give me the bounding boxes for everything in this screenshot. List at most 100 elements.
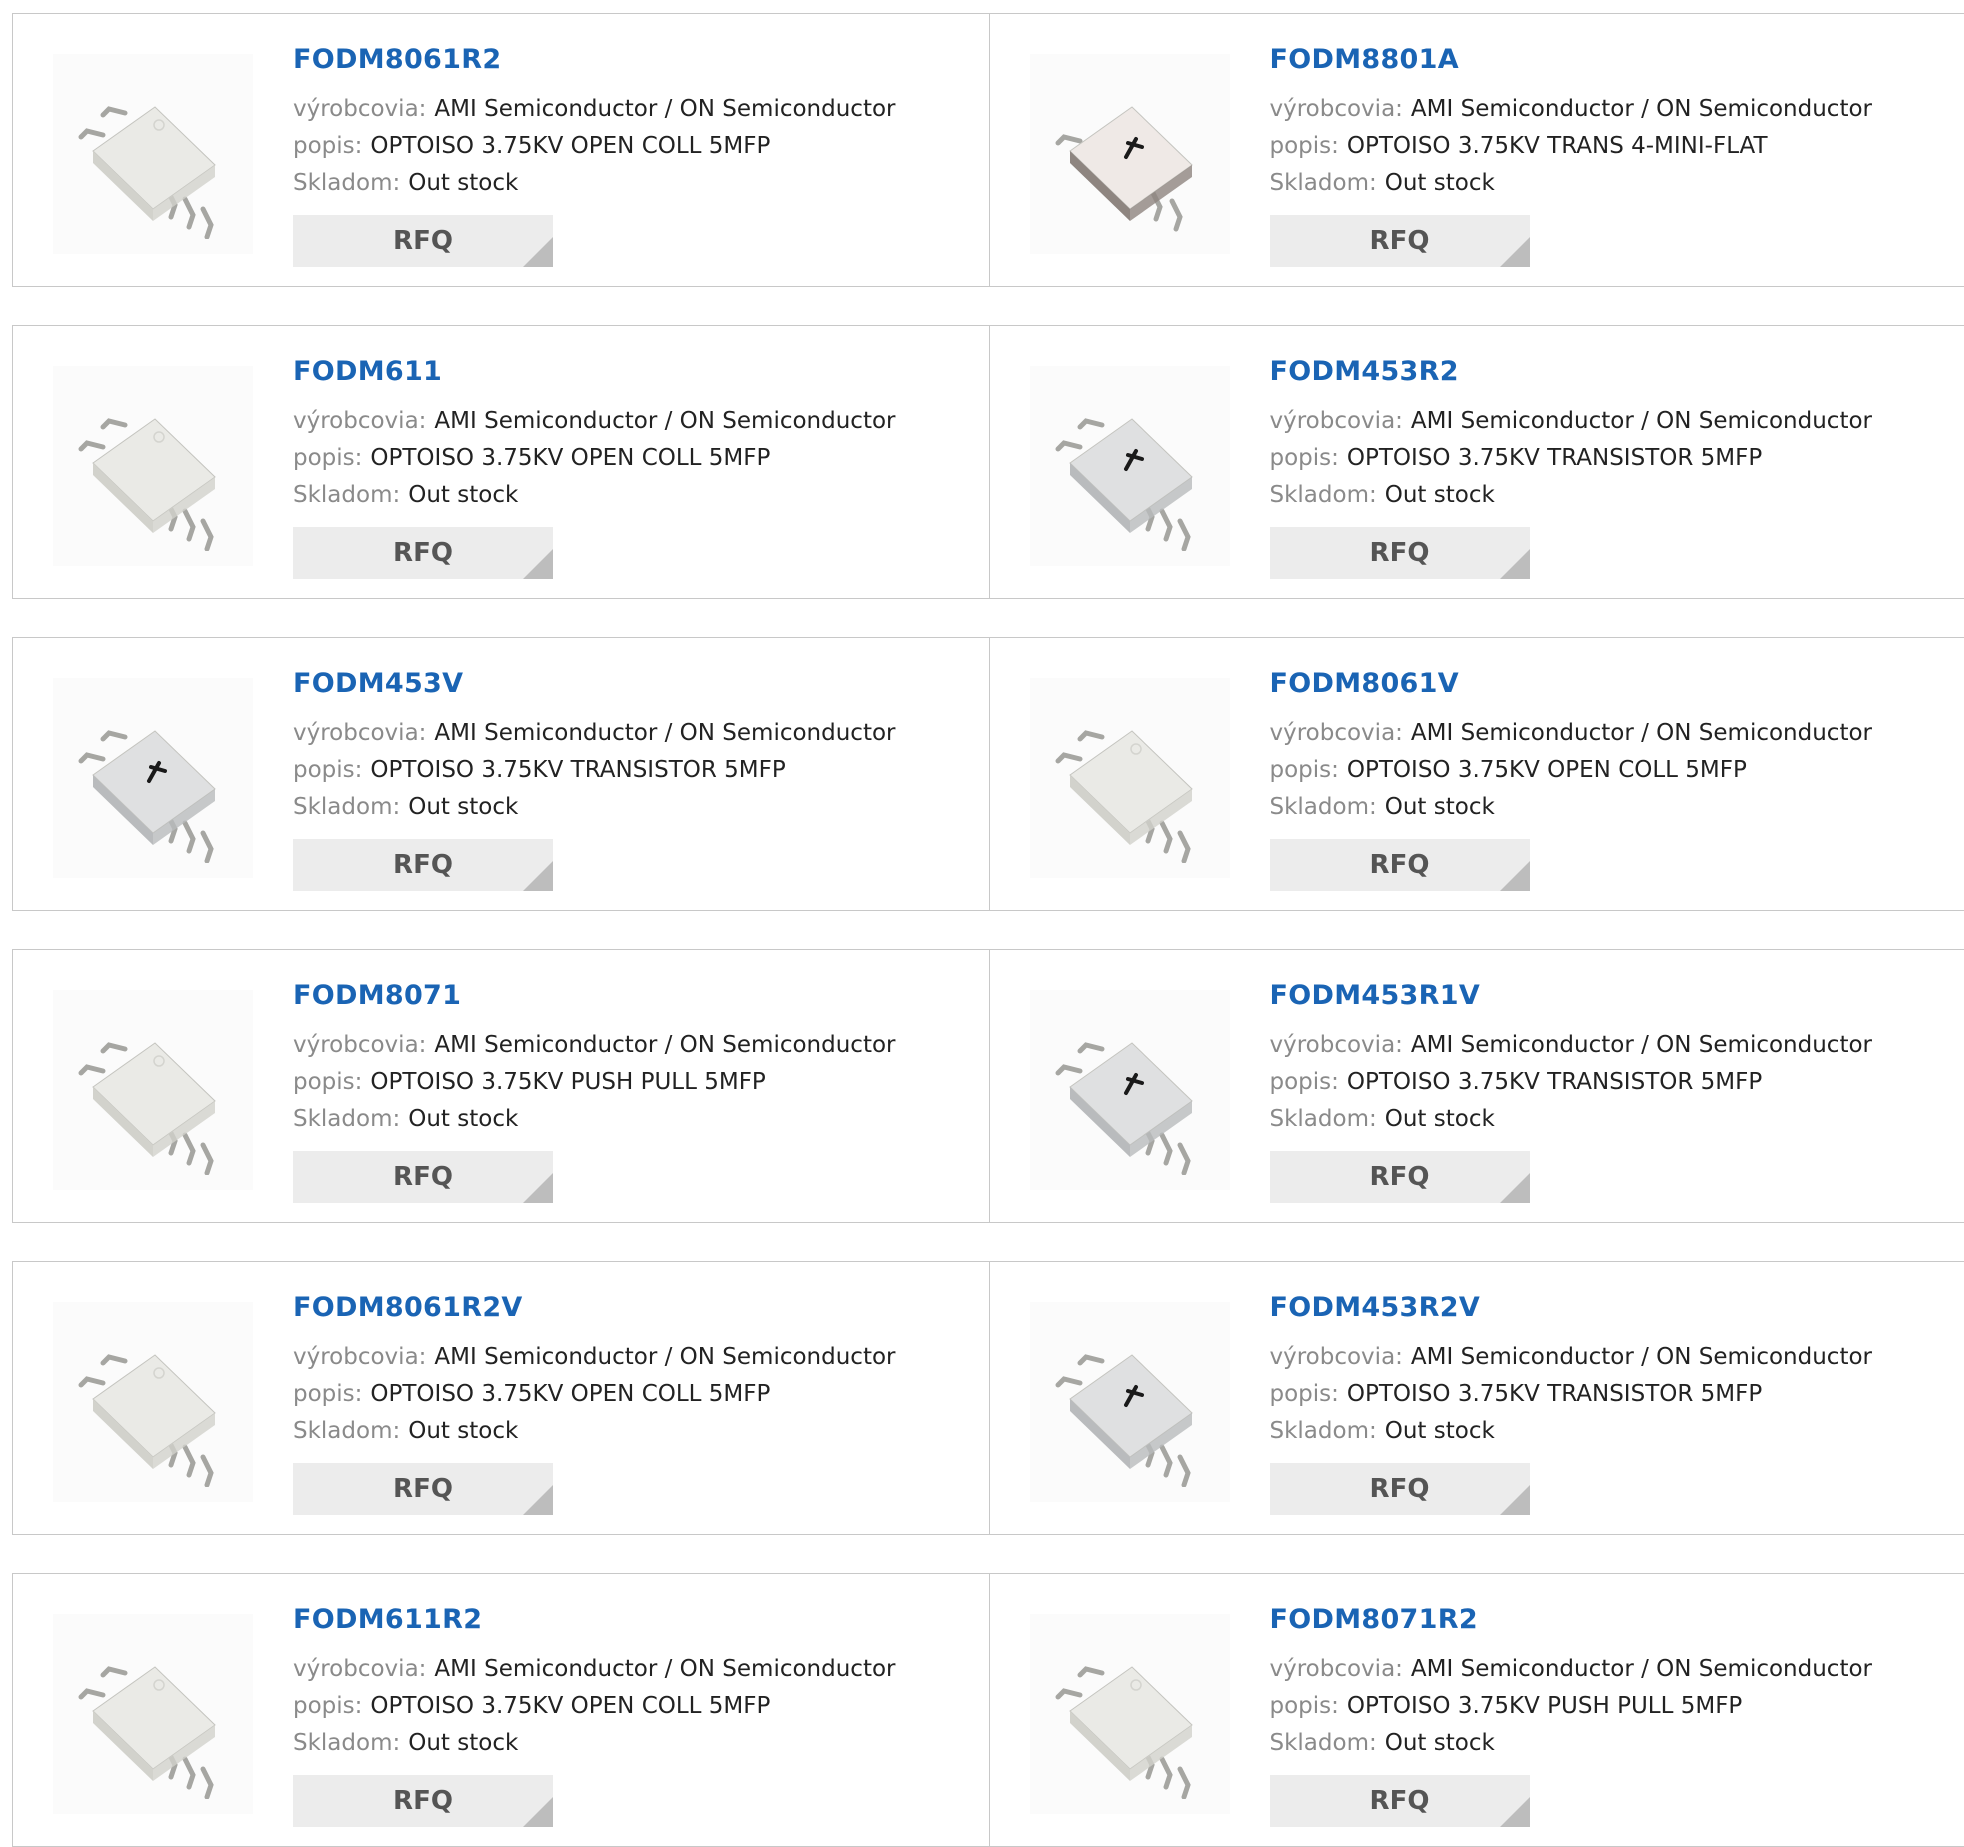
- part-number-link[interactable]: FODM453R1V: [1270, 980, 1481, 1011]
- description-label: popis:: [293, 757, 362, 783]
- manufacturer-line: výrobcovia:AMI Semiconductor / ON Semico…: [1270, 1030, 1873, 1060]
- product-image[interactable]: [1030, 54, 1230, 254]
- manufacturer-line: výrobcovia:AMI Semiconductor / ON Semico…: [293, 718, 896, 748]
- part-number-link[interactable]: FODM611: [293, 356, 442, 387]
- stock-label: Skladom:: [1270, 170, 1377, 196]
- description-value: OPTOISO 3.75KV TRANS 4-MINI-FLAT: [1347, 133, 1768, 159]
- description-label: popis:: [1270, 133, 1339, 159]
- product-image[interactable]: [1030, 1614, 1230, 1814]
- part-number-link[interactable]: FODM611R2: [293, 1604, 482, 1635]
- description-label: popis:: [1270, 445, 1339, 471]
- product-image[interactable]: [1030, 366, 1230, 566]
- manufacturer-value: AMI Semiconductor / ON Semiconductor: [1411, 1032, 1872, 1058]
- rfq-label: RFQ: [393, 226, 453, 256]
- product-grid: FODM8061R2 výrobcovia:AMI Semiconductor …: [12, 13, 1964, 1847]
- description-line: popis:OPTOISO 3.75KV OPEN COLL 5MFP: [1270, 755, 1747, 785]
- rfq-label: RFQ: [1370, 1786, 1430, 1816]
- optocoupler-5pin-icon: [1040, 1629, 1220, 1799]
- part-number-link[interactable]: FODM8061R2V: [293, 1292, 523, 1323]
- product-image[interactable]: [53, 366, 253, 566]
- product-image[interactable]: [53, 54, 253, 254]
- rfq-button[interactable]: RFQ: [1270, 1151, 1530, 1203]
- product-image[interactable]: [1030, 990, 1230, 1190]
- rfq-button[interactable]: RFQ: [293, 1463, 553, 1515]
- part-number-link[interactable]: FODM8071R2: [1270, 1604, 1478, 1635]
- rfq-label: RFQ: [1370, 1474, 1430, 1504]
- product-row: FODM611 výrobcovia:AMI Semiconductor / O…: [12, 325, 1964, 599]
- manufacturer-label: výrobcovia:: [1270, 1344, 1403, 1370]
- stock-label: Skladom:: [293, 794, 400, 820]
- rfq-button[interactable]: RFQ: [1270, 215, 1530, 267]
- part-number-link[interactable]: FODM453R2: [1270, 356, 1459, 387]
- manufacturer-line: výrobcovia:AMI Semiconductor / ON Semico…: [1270, 718, 1873, 748]
- stock-value: Out stock: [1385, 1106, 1495, 1132]
- description-value: OPTOISO 3.75KV OPEN COLL 5MFP: [370, 133, 770, 159]
- rfq-label: RFQ: [1370, 850, 1430, 880]
- rfq-button[interactable]: RFQ: [293, 527, 553, 579]
- description-label: popis:: [1270, 1381, 1339, 1407]
- stock-label: Skladom:: [293, 170, 400, 196]
- stock-value: Out stock: [408, 794, 518, 820]
- rfq-button[interactable]: RFQ: [1270, 1775, 1530, 1827]
- stock-value: Out stock: [408, 482, 518, 508]
- rfq-label: RFQ: [1370, 1162, 1430, 1192]
- optocoupler-4pin-icon: [1040, 69, 1220, 239]
- rfq-button[interactable]: RFQ: [293, 1775, 553, 1827]
- corner-triangle-icon: [523, 1173, 553, 1203]
- manufacturer-line: výrobcovia:AMI Semiconductor / ON Semico…: [1270, 94, 1873, 124]
- manufacturer-label: výrobcovia:: [1270, 408, 1403, 434]
- rfq-button[interactable]: RFQ: [293, 215, 553, 267]
- part-number-link[interactable]: FODM8071: [293, 980, 461, 1011]
- manufacturer-line: výrobcovia:AMI Semiconductor / ON Semico…: [1270, 406, 1873, 436]
- part-number-link[interactable]: FODM453R2V: [1270, 1292, 1481, 1323]
- rfq-button[interactable]: RFQ: [293, 839, 553, 891]
- product-card: FODM611R2 výrobcovia:AMI Semiconductor /…: [13, 1574, 989, 1846]
- product-image[interactable]: [1030, 678, 1230, 878]
- manufacturer-line: výrobcovia:AMI Semiconductor / ON Semico…: [1270, 1654, 1873, 1684]
- description-label: popis:: [293, 1381, 362, 1407]
- optocoupler-5pin-logo-icon: [63, 693, 243, 863]
- manufacturer-label: výrobcovia:: [1270, 720, 1403, 746]
- stock-label: Skladom:: [293, 1418, 400, 1444]
- part-number-link[interactable]: FODM8801A: [1270, 44, 1459, 75]
- product-card: FODM453R1V výrobcovia:AMI Semiconductor …: [989, 950, 1964, 1222]
- stock-value: Out stock: [1385, 1730, 1495, 1756]
- product-card: FODM8061R2 výrobcovia:AMI Semiconductor …: [13, 14, 989, 286]
- product-card: FODM453R2V výrobcovia:AMI Semiconductor …: [989, 1262, 1964, 1534]
- part-number-link[interactable]: FODM8061R2: [293, 44, 501, 75]
- stock-line: Skladom:Out stock: [293, 1104, 518, 1134]
- rfq-button[interactable]: RFQ: [1270, 527, 1530, 579]
- description-label: popis:: [293, 133, 362, 159]
- manufacturer-value: AMI Semiconductor / ON Semiconductor: [434, 96, 895, 122]
- product-image[interactable]: [53, 990, 253, 1190]
- product-card: FODM453V výrobcovia:AMI Semiconductor / …: [13, 638, 989, 910]
- description-line: popis: OPTOISO 3.75KV OPEN COLL 5MFP: [293, 131, 770, 161]
- product-image[interactable]: [53, 678, 253, 878]
- product-card: FODM453R2 výrobcovia:AMI Semiconductor /…: [989, 326, 1964, 598]
- product-image[interactable]: [53, 1614, 253, 1814]
- stock-label: Skladom:: [1270, 1730, 1377, 1756]
- manufacturer-label: výrobcovia:: [293, 720, 426, 746]
- stock-line: Skladom:Out stock: [1270, 792, 1495, 822]
- stock-label: Skladom:: [293, 1106, 400, 1132]
- stock-label: Skladom:: [1270, 1418, 1377, 1444]
- product-row: FODM611R2 výrobcovia:AMI Semiconductor /…: [12, 1573, 1964, 1847]
- stock-line: Skladom:Out stock: [1270, 168, 1495, 198]
- part-number-link[interactable]: FODM8061V: [1270, 668, 1459, 699]
- manufacturer-line: výrobcovia:AMI Semiconductor / ON Semico…: [293, 1654, 896, 1684]
- rfq-button[interactable]: RFQ: [1270, 839, 1530, 891]
- stock-value: Out stock: [1385, 482, 1495, 508]
- product-image[interactable]: [1030, 1302, 1230, 1502]
- description-label: popis:: [1270, 1693, 1339, 1719]
- stock-value: Out stock: [1385, 1418, 1495, 1444]
- part-number-link[interactable]: FODM453V: [293, 668, 463, 699]
- optocoupler-5pin-icon: [63, 69, 243, 239]
- rfq-button[interactable]: RFQ: [1270, 1463, 1530, 1515]
- stock-line: Skladom:Out stock: [1270, 1104, 1495, 1134]
- corner-triangle-icon: [1500, 861, 1530, 891]
- product-image[interactable]: [53, 1302, 253, 1502]
- stock-line: Skladom:Out stock: [293, 168, 518, 198]
- rfq-button[interactable]: RFQ: [293, 1151, 553, 1203]
- rfq-label: RFQ: [1370, 226, 1430, 256]
- product-row: FODM8061R2V výrobcovia:AMI Semiconductor…: [12, 1261, 1964, 1535]
